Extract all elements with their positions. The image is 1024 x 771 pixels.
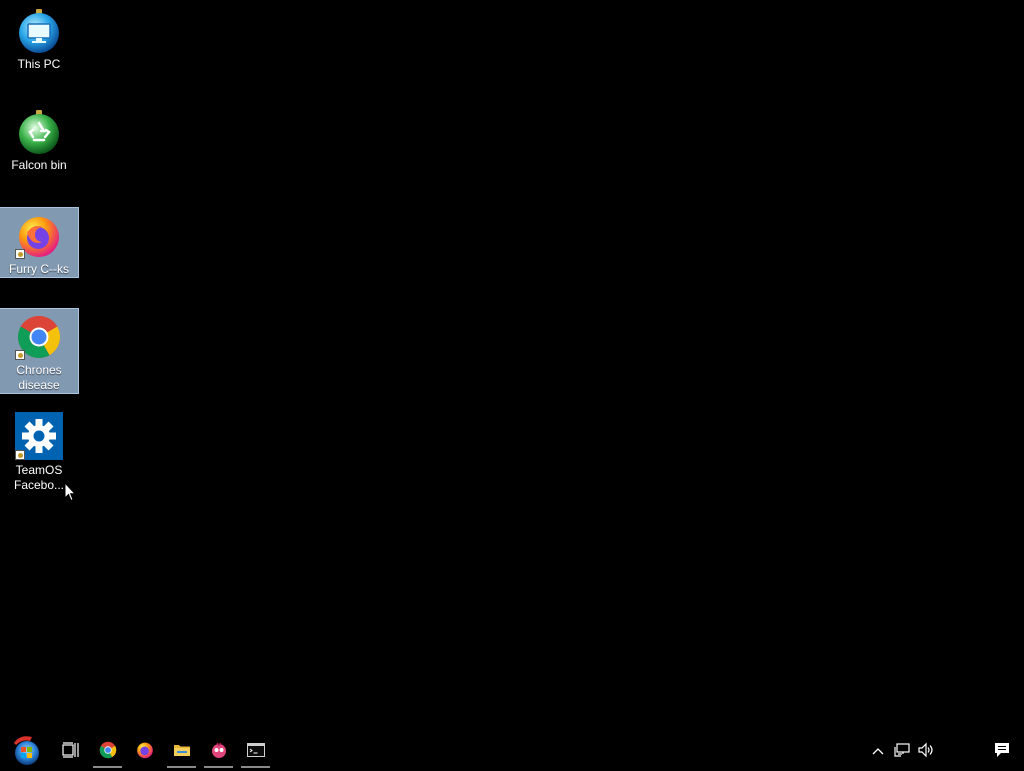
- desktop-icon-label: Furry C--ks: [9, 262, 69, 276]
- desktop-icon-label: TeamOS Facebo...: [13, 463, 65, 492]
- chrome-icon: [15, 313, 63, 360]
- volume-button[interactable]: [914, 736, 938, 768]
- firefox-icon: [136, 741, 154, 764]
- start-orb-icon: [6, 734, 46, 771]
- chevron-up-icon: [871, 743, 885, 761]
- task-view-icon: [61, 741, 80, 763]
- network-icon: [894, 742, 910, 763]
- firefox-icon: [15, 212, 63, 259]
- desktop-icon-chrome-shortcut[interactable]: Chrones disease: [0, 308, 79, 394]
- taskbar: [0, 734, 1024, 771]
- desktop[interactable]: This PC Falcon bin Furry C--ks Chrones d…: [0, 0, 1024, 736]
- system-tray: [866, 736, 1024, 768]
- shortcut-arrow-icon: [15, 450, 25, 460]
- shortcut-arrow-icon: [15, 249, 25, 259]
- shortcut-arrow-icon: [15, 350, 25, 360]
- settings-gear-icon: [15, 412, 63, 460]
- desktop-icon-this-pc[interactable]: This PC: [0, 4, 78, 72]
- desktop-icon-settings-shortcut[interactable]: TeamOS Facebo...: [0, 408, 78, 492]
- folder-icon: [173, 742, 191, 763]
- network-button[interactable]: [890, 736, 914, 768]
- taskbar-app-button[interactable]: [200, 736, 237, 768]
- show-hidden-icons-button[interactable]: [866, 736, 890, 768]
- notification-icon: [994, 742, 1010, 763]
- desktop-icon-label: This PC: [17, 57, 61, 71]
- taskbar-file-explorer-button[interactable]: [163, 736, 200, 768]
- taskbar-cmd-button[interactable]: [237, 736, 274, 768]
- action-center-spacer: [938, 736, 980, 768]
- desktop-icon-falcon-bin[interactable]: Falcon bin: [0, 105, 78, 173]
- start-button[interactable]: [0, 734, 52, 771]
- speaker-icon: [917, 742, 935, 763]
- desktop-icon-firefox-shortcut[interactable]: Furry C--ks: [0, 207, 79, 278]
- this-pc-icon: [15, 8, 63, 54]
- task-view-button[interactable]: [52, 736, 89, 768]
- recycle-bin-icon: [15, 109, 63, 155]
- desktop-icon-label: Falcon bin: [11, 158, 67, 172]
- cmd-icon: [246, 742, 265, 763]
- action-center-button[interactable]: [980, 736, 1024, 768]
- taskbar-firefox-button[interactable]: [126, 736, 163, 768]
- desktop-icon-label: Chrones disease: [16, 363, 62, 392]
- taskbar-chrome-button[interactable]: [89, 736, 126, 768]
- app-icon: [210, 741, 228, 764]
- chrome-icon: [99, 741, 117, 764]
